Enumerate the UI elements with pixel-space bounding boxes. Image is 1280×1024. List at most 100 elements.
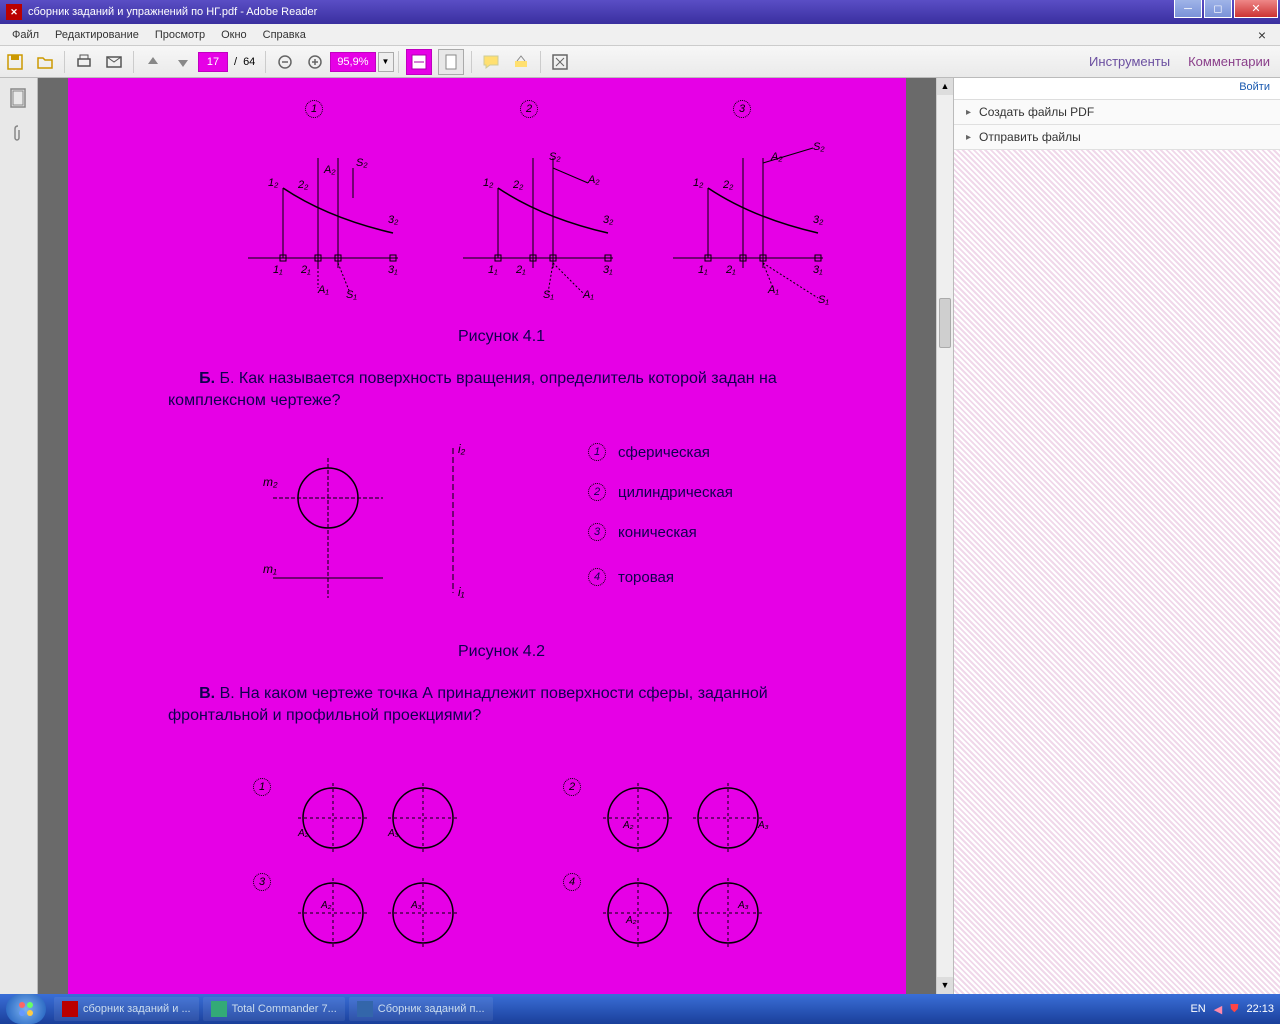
svg-text:1₁: 1₁	[698, 264, 708, 276]
taskbar-item-pdf[interactable]: сборник заданий и ...	[54, 997, 199, 1021]
svg-text:A₂: A₂	[622, 820, 634, 831]
variant-1-marker: 1	[305, 100, 323, 118]
minimize-button[interactable]: ─	[1174, 0, 1202, 18]
svg-text:A₁: A₁	[317, 284, 329, 296]
option-3: 3коническая	[588, 523, 697, 541]
right-panel: Войти Создать файлы PDF Отправить файлы	[953, 78, 1280, 994]
menu-file[interactable]: Файл	[4, 26, 47, 44]
start-button[interactable]	[6, 994, 46, 1024]
sphere-diagram-1: A₂A₃	[293, 778, 473, 858]
page-down-icon[interactable]	[172, 51, 194, 73]
attachments-icon[interactable]	[9, 124, 29, 144]
menu-edit[interactable]: Редактирование	[47, 26, 147, 44]
zoom-value[interactable]: 95,9%	[330, 52, 375, 72]
option-2: 2цилиндрическая	[588, 483, 733, 501]
svg-text:3₂: 3₂	[813, 214, 824, 226]
zoom-out-icon[interactable]	[274, 51, 296, 73]
open-icon[interactable]	[34, 51, 56, 73]
diagram-4-2-shape: m₂ m₁	[253, 438, 453, 608]
create-pdf-section[interactable]: Создать файлы PDF	[954, 100, 1280, 125]
app-icon: ✕	[6, 4, 22, 20]
svg-text:i₂: i₂	[458, 442, 466, 456]
svg-text:A₃: A₃	[410, 900, 422, 911]
window-title: сборник заданий и упражнений по НГ.pdf -…	[28, 6, 317, 18]
tray-antivirus-icon[interactable]: ⛊	[1230, 1003, 1238, 1016]
maximize-button[interactable]: ◻	[1204, 0, 1232, 18]
svg-text:3₂: 3₂	[388, 214, 399, 226]
tray-clock[interactable]: 22:13	[1246, 1003, 1274, 1015]
option-4: 4торовая	[588, 568, 674, 586]
document-viewport[interactable]: 1 2 3 1₂ 2₂ A₂ S₂ 3₂ 1₁ 2₁	[38, 78, 936, 994]
svg-text:2₁: 2₁	[515, 264, 526, 276]
save-icon[interactable]	[4, 51, 26, 73]
zoom-dropdown-icon[interactable]: ▼	[378, 52, 394, 72]
sphere-diagram-3: A₂ A₃	[293, 873, 473, 953]
scroll-up-icon[interactable]: ▲	[937, 78, 953, 95]
menu-view[interactable]: Просмотр	[147, 26, 213, 44]
figure-4-1-caption: Рисунок 4.1	[458, 328, 545, 346]
svg-text:1₁: 1₁	[488, 264, 498, 276]
diagram-4-1-variant-2: 1₂ 2₂ S₂ A₂ 3₂ 1₁ 2₁ 3₁ S₁ A₁	[453, 138, 623, 308]
svg-text:S₁: S₁	[346, 289, 357, 301]
page-separator: /	[234, 56, 237, 68]
svg-text:m₂: m₂	[263, 475, 278, 489]
svg-text:1₂: 1₂	[483, 177, 494, 189]
zoom-in-icon[interactable]	[304, 51, 326, 73]
sphere-variant-2-marker: 2	[563, 778, 581, 796]
svg-text:A₂: A₂	[587, 174, 600, 186]
highlight-icon[interactable]	[510, 51, 532, 73]
svg-text:1₂: 1₂	[693, 177, 704, 189]
sphere-variant-1-marker: 1	[253, 778, 271, 796]
svg-text:2₂: 2₂	[722, 179, 734, 191]
print-icon[interactable]	[73, 51, 95, 73]
vertical-scrollbar[interactable]: ▲ ▼	[936, 78, 953, 994]
taskbar-item-tc[interactable]: Total Commander 7...	[203, 997, 345, 1021]
fullscreen-icon[interactable]	[549, 51, 571, 73]
diagram-4-2-axis: i₂ i₁	[428, 438, 478, 608]
question-v-body: В. На каком чертеже точка А принадлежит …	[168, 685, 768, 724]
send-files-section[interactable]: Отправить файлы	[954, 125, 1280, 150]
tools-link[interactable]: Инструменты	[1089, 54, 1170, 69]
svg-text:A₃: A₃	[387, 828, 399, 839]
sphere-diagram-4: A₂A₃	[598, 873, 778, 953]
toolbar: / 64 95,9% ▼ Инструменты Комментарии	[0, 46, 1280, 78]
page-up-icon[interactable]	[142, 51, 164, 73]
svg-text:A₂: A₂	[323, 164, 336, 176]
svg-text:S₂: S₂	[813, 141, 825, 153]
email-icon[interactable]	[103, 51, 125, 73]
svg-text:3₁: 3₁	[388, 264, 398, 276]
comments-link[interactable]: Комментарии	[1188, 54, 1270, 69]
scrollbar-thumb[interactable]	[939, 298, 951, 348]
fit-width-icon[interactable]	[406, 49, 432, 75]
close-button[interactable]: ✕	[1234, 0, 1278, 18]
taskbar: сборник заданий и ... Total Commander 7.…	[0, 994, 1280, 1024]
svg-text:2₂: 2₂	[512, 179, 524, 191]
tray-chevron-icon[interactable]: ◀	[1214, 1003, 1222, 1016]
comment-icon[interactable]	[480, 51, 502, 73]
thumbnails-icon[interactable]	[9, 88, 29, 108]
figure-4-2-caption: Рисунок 4.2	[458, 643, 545, 661]
svg-text:S₂: S₂	[356, 157, 368, 169]
login-link[interactable]: Войти	[1239, 81, 1270, 93]
left-nav-strip	[0, 78, 38, 994]
tray-language[interactable]: EN	[1190, 1003, 1205, 1015]
taskbar-item-word[interactable]: Сборник заданий п...	[349, 997, 493, 1021]
svg-text:A₂: A₂	[770, 151, 783, 163]
scroll-down-icon[interactable]: ▼	[937, 977, 953, 994]
svg-text:3₁: 3₁	[813, 264, 823, 276]
page-number-input[interactable]	[198, 52, 228, 72]
menu-help[interactable]: Справка	[255, 26, 314, 44]
fit-page-icon[interactable]	[438, 49, 464, 75]
document-close-icon[interactable]: ×	[1250, 24, 1274, 46]
sphere-diagram-2: A₂A₃	[598, 778, 778, 858]
variant-2-marker: 2	[520, 100, 538, 118]
menu-window[interactable]: Окно	[213, 26, 255, 44]
diagram-4-1-variant-1: 1₂ 2₂ A₂ S₂ 3₂ 1₁ 2₁ 3₁ A₁ S₁	[238, 138, 408, 308]
svg-text:3₂: 3₂	[603, 214, 614, 226]
svg-text:2₁: 2₁	[725, 264, 736, 276]
diagram-4-1-variant-3: 1₂ 2₂ A₂ S₂ 3₂ 1₁ 2₁ 3₁ A₁ S₁	[663, 138, 833, 308]
svg-text:3₁: 3₁	[603, 264, 613, 276]
question-b-text: Б. Б. Как называется поверхность вращени…	[168, 368, 828, 413]
sphere-variant-3-marker: 3	[253, 873, 271, 891]
svg-text:A₂: A₂	[320, 900, 332, 911]
